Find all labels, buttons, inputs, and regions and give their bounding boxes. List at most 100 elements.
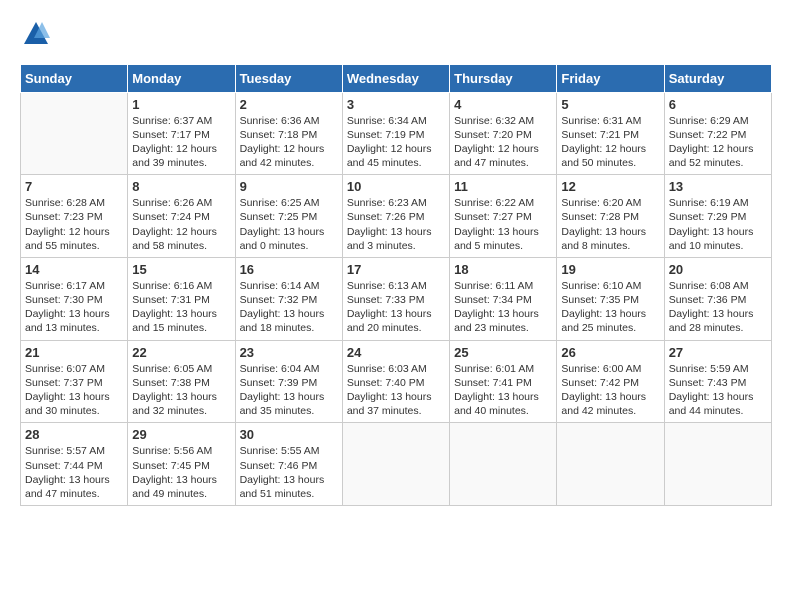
day-number: 15 [132,262,230,277]
day-number: 3 [347,97,445,112]
day-info: Sunrise: 5:59 AMSunset: 7:43 PMDaylight:… [669,362,767,419]
day-number: 1 [132,97,230,112]
day-info: Sunrise: 6:08 AMSunset: 7:36 PMDaylight:… [669,279,767,336]
day-info: Sunrise: 6:14 AMSunset: 7:32 PMDaylight:… [240,279,338,336]
weekday-header-monday: Monday [128,64,235,92]
day-info: Sunrise: 6:05 AMSunset: 7:38 PMDaylight:… [132,362,230,419]
calendar-cell: 19 Sunrise: 6:10 AMSunset: 7:35 PMDayligh… [557,257,664,340]
calendar-week-row: 7 Sunrise: 6:28 AMSunset: 7:23 PMDaylight… [21,175,772,258]
calendar-cell [450,423,557,506]
day-number: 29 [132,427,230,442]
day-number: 20 [669,262,767,277]
day-info: Sunrise: 6:07 AMSunset: 7:37 PMDaylight:… [25,362,123,419]
day-info: Sunrise: 6:10 AMSunset: 7:35 PMDaylight:… [561,279,659,336]
day-info: Sunrise: 6:23 AMSunset: 7:26 PMDaylight:… [347,196,445,253]
calendar-cell: 29 Sunrise: 5:56 AMSunset: 7:45 PMDayligh… [128,423,235,506]
day-info: Sunrise: 6:19 AMSunset: 7:29 PMDaylight:… [669,196,767,253]
day-info: Sunrise: 6:34 AMSunset: 7:19 PMDaylight:… [347,114,445,171]
calendar-cell: 5Sunrise: 6:31 AMSunset: 7:21 PMDaylight… [557,92,664,175]
day-number: 12 [561,179,659,194]
day-info: Sunrise: 6:04 AMSunset: 7:39 PMDaylight:… [240,362,338,419]
day-number: 17 [347,262,445,277]
calendar-cell: 7 Sunrise: 6:28 AMSunset: 7:23 PMDaylight… [21,175,128,258]
calendar-week-row: 28 Sunrise: 5:57 AMSunset: 7:44 PMDayligh… [21,423,772,506]
day-number: 19 [561,262,659,277]
calendar-cell: 16 Sunrise: 6:14 AMSunset: 7:32 PMDayligh… [235,257,342,340]
day-number: 16 [240,262,338,277]
calendar-cell [664,423,771,506]
day-info: Sunrise: 6:13 AMSunset: 7:33 PMDaylight:… [347,279,445,336]
day-number: 4 [454,97,552,112]
weekday-header-wednesday: Wednesday [342,64,449,92]
day-info: Sunrise: 6:28 AMSunset: 7:23 PMDaylight:… [25,196,123,253]
calendar-table: SundayMondayTuesdayWednesdayThursdayFrid… [20,64,772,506]
calendar-week-row: 1 Sunrise: 6:37 AMSunset: 7:17 PMDaylight… [21,92,772,175]
calendar-cell: 10 Sunrise: 6:23 AMSunset: 7:26 PMDayligh… [342,175,449,258]
day-info: Sunrise: 6:37 AMSunset: 7:17 PMDaylight:… [132,114,230,171]
calendar-cell: 15 Sunrise: 6:16 AMSunset: 7:31 PMDayligh… [128,257,235,340]
day-number: 23 [240,345,338,360]
day-number: 6 [669,97,767,112]
day-info: Sunrise: 6:16 AMSunset: 7:31 PMDaylight:… [132,279,230,336]
calendar-cell: 20 Sunrise: 6:08 AMSunset: 7:36 PMDayligh… [664,257,771,340]
day-info: Sunrise: 6:36 AMSunset: 7:18 PMDaylight:… [240,114,338,171]
logo [20,20,50,54]
day-number: 18 [454,262,552,277]
day-number: 30 [240,427,338,442]
day-info: Sunrise: 5:57 AMSunset: 7:44 PMDaylight:… [25,444,123,501]
weekday-header-tuesday: Tuesday [235,64,342,92]
calendar-cell: 9 Sunrise: 6:25 AMSunset: 7:25 PMDaylight… [235,175,342,258]
calendar-cell: 13 Sunrise: 6:19 AMSunset: 7:29 PMDayligh… [664,175,771,258]
day-number: 13 [669,179,767,194]
calendar-cell: 3 Sunrise: 6:34 AMSunset: 7:19 PMDaylight… [342,92,449,175]
day-info: Sunrise: 6:17 AMSunset: 7:30 PMDaylight:… [25,279,123,336]
calendar-cell: 26 Sunrise: 6:00 AMSunset: 7:42 PMDayligh… [557,340,664,423]
day-info: Sunrise: 5:56 AMSunset: 7:45 PMDaylight:… [132,444,230,501]
day-number: 5 [561,97,659,112]
day-info: Sunrise: 6:00 AMSunset: 7:42 PMDaylight:… [561,362,659,419]
calendar-cell: 8Sunrise: 6:26 AMSunset: 7:24 PMDaylight… [128,175,235,258]
day-number: 25 [454,345,552,360]
day-number: 26 [561,345,659,360]
calendar-week-row: 21 Sunrise: 6:07 AMSunset: 7:37 PMDayligh… [21,340,772,423]
day-info: Sunrise: 6:03 AMSunset: 7:40 PMDaylight:… [347,362,445,419]
calendar-cell: 28 Sunrise: 5:57 AMSunset: 7:44 PMDayligh… [21,423,128,506]
weekday-header-sunday: Sunday [21,64,128,92]
day-number: 7 [25,179,123,194]
day-info: Sunrise: 6:11 AMSunset: 7:34 PMDaylight:… [454,279,552,336]
day-info: Sunrise: 6:25 AMSunset: 7:25 PMDaylight:… [240,196,338,253]
day-number: 2 [240,97,338,112]
calendar-cell: 1 Sunrise: 6:37 AMSunset: 7:17 PMDaylight… [128,92,235,175]
calendar-cell [557,423,664,506]
calendar-cell: 25 Sunrise: 6:01 AMSunset: 7:41 PMDayligh… [450,340,557,423]
day-number: 11 [454,179,552,194]
weekday-header-friday: Friday [557,64,664,92]
calendar-cell: 4 Sunrise: 6:32 AMSunset: 7:20 PMDaylight… [450,92,557,175]
calendar-week-row: 14Sunrise: 6:17 AMSunset: 7:30 PMDayligh… [21,257,772,340]
day-number: 28 [25,427,123,442]
calendar-cell: 17 Sunrise: 6:13 AMSunset: 7:33 PMDayligh… [342,257,449,340]
calendar-cell: 11 Sunrise: 6:22 AMSunset: 7:27 PMDayligh… [450,175,557,258]
calendar-cell [21,92,128,175]
calendar-cell: 6Sunrise: 6:29 AMSunset: 7:22 PMDaylight… [664,92,771,175]
day-info: Sunrise: 6:22 AMSunset: 7:27 PMDaylight:… [454,196,552,253]
weekday-header-thursday: Thursday [450,64,557,92]
calendar-cell: 2 Sunrise: 6:36 AMSunset: 7:18 PMDaylight… [235,92,342,175]
calendar-cell: 21 Sunrise: 6:07 AMSunset: 7:37 PMDayligh… [21,340,128,423]
day-number: 9 [240,179,338,194]
calendar-cell: 14Sunrise: 6:17 AMSunset: 7:30 PMDayligh… [21,257,128,340]
calendar-header-row: SundayMondayTuesdayWednesdayThursdayFrid… [21,64,772,92]
calendar-cell: 24Sunrise: 6:03 AMSunset: 7:40 PMDayligh… [342,340,449,423]
calendar-cell: 12 Sunrise: 6:20 AMSunset: 7:28 PMDayligh… [557,175,664,258]
day-info: Sunrise: 6:26 AMSunset: 7:24 PMDaylight:… [132,196,230,253]
day-info: Sunrise: 5:55 AMSunset: 7:46 PMDaylight:… [240,444,338,501]
day-info: Sunrise: 6:32 AMSunset: 7:20 PMDaylight:… [454,114,552,171]
calendar-cell [342,423,449,506]
day-number: 10 [347,179,445,194]
day-number: 21 [25,345,123,360]
logo-icon [22,20,50,48]
day-info: Sunrise: 6:01 AMSunset: 7:41 PMDaylight:… [454,362,552,419]
day-info: Sunrise: 6:20 AMSunset: 7:28 PMDaylight:… [561,196,659,253]
calendar-cell: 27Sunrise: 5:59 AMSunset: 7:43 PMDayligh… [664,340,771,423]
calendar-cell: 23 Sunrise: 6:04 AMSunset: 7:39 PMDayligh… [235,340,342,423]
